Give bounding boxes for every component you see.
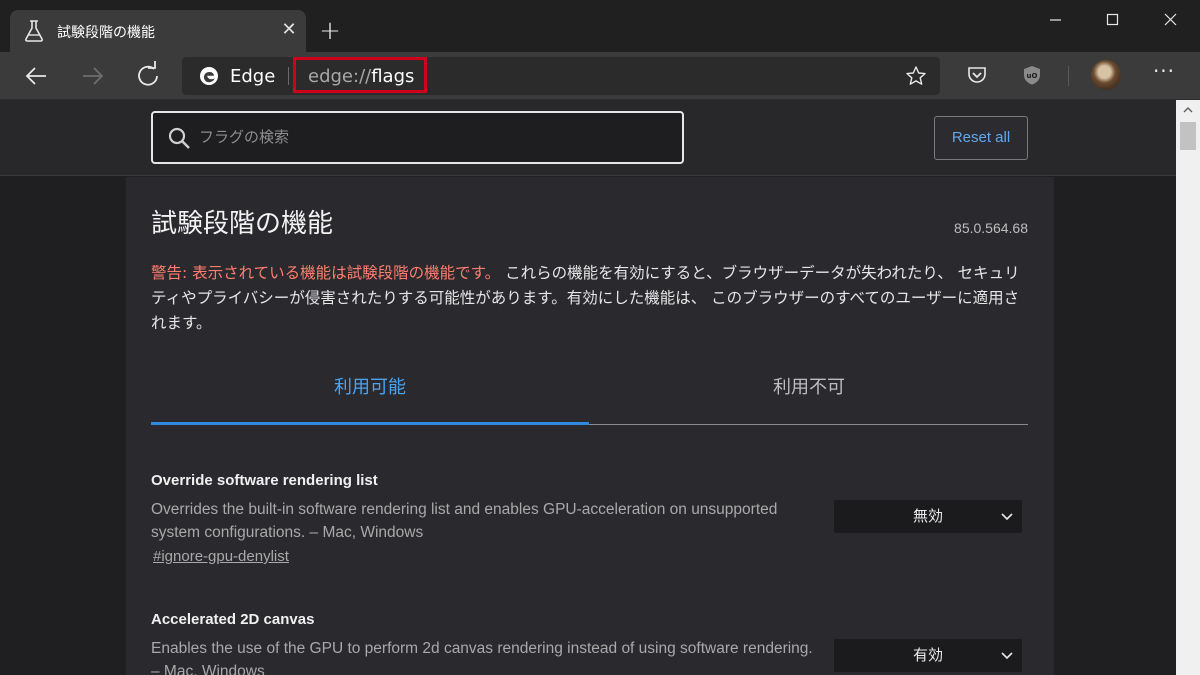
site-label: Edge: [230, 66, 276, 87]
search-box[interactable]: [151, 111, 684, 164]
search-icon: [167, 126, 191, 150]
flag-state-value: 有効: [912, 646, 943, 664]
flag-item: Override software rendering list Overrid…: [151, 472, 1028, 565]
warning-text: 警告: 表示されている機能は試験段階の機能です。 これらの機能を有効にすると、ブ…: [151, 261, 1031, 336]
flag-anchor-link[interactable]: #ignore-gpu-denylist: [153, 548, 289, 565]
address-divider: [288, 67, 289, 85]
pocket-icon[interactable]: [966, 64, 988, 86]
svg-text:uO: uO: [1027, 72, 1038, 80]
flag-title: Override software rendering list: [151, 472, 378, 489]
chevron-down-icon: [1000, 500, 1014, 533]
active-tab[interactable]: 試験段階の機能 ✕: [10, 10, 306, 52]
toolbar-divider: [1068, 66, 1069, 86]
profile-avatar[interactable]: [1091, 60, 1121, 90]
url-text[interactable]: edge://flags: [308, 66, 414, 87]
page-scrollbar[interactable]: [1176, 100, 1200, 675]
version-label: 85.0.564.68: [954, 220, 1028, 236]
tab-unavailable[interactable]: 利用不可: [590, 357, 1028, 425]
new-tab-button[interactable]: +: [316, 17, 344, 45]
warning-heading: 警告: 表示されている機能は試験段階の機能です。: [151, 264, 501, 282]
favorite-star-icon[interactable]: [905, 65, 927, 87]
back-arrow-icon[interactable]: [20, 60, 54, 92]
flag-state-select[interactable]: 有効: [834, 639, 1022, 672]
scrollbar-thumb[interactable]: [1180, 122, 1196, 150]
url-highlight[interactable]: edge://flags: [293, 57, 427, 93]
page-title: 試験段階の機能: [151, 209, 334, 239]
flag-description: Overrides the built-in software renderin…: [151, 501, 778, 541]
flag-state-value: 無効: [912, 507, 943, 525]
flag-description: Enables the use of the GPU to perform 2d…: [151, 640, 813, 675]
minimize-icon[interactable]: [1026, 0, 1084, 40]
close-icon[interactable]: [1142, 0, 1200, 40]
flag-item: Accelerated 2D canvas Enables the use of…: [151, 611, 1028, 675]
ublock-shield-icon[interactable]: uO: [1021, 64, 1043, 86]
tab-close-icon[interactable]: ✕: [278, 19, 300, 41]
content-panel: 試験段階の機能 85.0.564.68 警告: 表示されている機能は試験段階の機…: [126, 177, 1054, 675]
search-input[interactable]: [199, 123, 669, 151]
url-scheme: edge://: [308, 66, 372, 87]
title-bar: 試験段階の機能 ✕ +: [0, 0, 1200, 52]
tab-title: 試験段階の機能: [57, 25, 155, 41]
more-menu-icon[interactable]: ···: [1150, 59, 1178, 89]
tab-available[interactable]: 利用可能: [151, 357, 589, 425]
forward-arrow-icon[interactable]: [75, 60, 109, 92]
url-path: flags: [371, 66, 415, 87]
scroll-up-arrow-icon[interactable]: [1176, 100, 1200, 118]
refresh-icon[interactable]: [130, 60, 164, 92]
navigation-toolbar: Edge edge://flags uO ···: [0, 52, 1200, 100]
flags-page: Reset all 試験段階の機能 85.0.564.68 警告: 表示されてい…: [0, 100, 1176, 675]
search-header: Reset all: [0, 100, 1176, 176]
flag-title: Accelerated 2D canvas: [151, 611, 315, 628]
address-bar[interactable]: Edge edge://flags: [182, 57, 940, 95]
availability-tabs: 利用可能 利用不可: [151, 357, 1028, 425]
chevron-down-icon: [1000, 639, 1014, 672]
flag-state-select[interactable]: 無効: [834, 500, 1022, 533]
flask-icon: [24, 20, 44, 42]
edge-logo-icon: [199, 66, 219, 86]
reset-all-button[interactable]: Reset all: [934, 116, 1028, 160]
maximize-icon[interactable]: [1084, 0, 1142, 40]
